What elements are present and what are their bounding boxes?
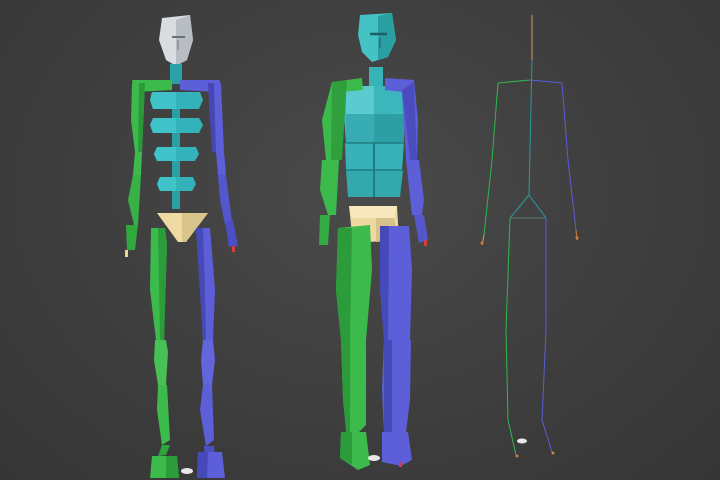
viewport-scene [125, 13, 579, 478]
skeleton-head[interactable] [159, 15, 193, 66]
skeleton-left-arm[interactable] [125, 83, 145, 257]
stick-figure[interactable] [480, 15, 579, 458]
stick-right-arm[interactable] [561, 82, 569, 161]
stick-left-arm[interactable] [491, 82, 499, 161]
block-left-leg[interactable] [336, 225, 372, 470]
3d-viewport[interactable] [0, 0, 720, 480]
block-figure[interactable] [319, 13, 428, 470]
skeleton-right-leg[interactable] [196, 228, 225, 478]
block-head[interactable] [358, 13, 396, 62]
block-neck[interactable] [369, 67, 383, 87]
skeleton-spine[interactable] [150, 92, 203, 209]
block-right-leg[interactable] [380, 226, 412, 467]
footstep-marker[interactable] [368, 455, 380, 461]
footstep-marker[interactable] [517, 438, 527, 444]
block-chest[interactable] [344, 86, 406, 197]
footstep-marker[interactable] [181, 468, 193, 474]
skeleton-figure[interactable] [125, 15, 238, 478]
skeleton-right-arm[interactable] [208, 83, 238, 252]
skeleton-left-leg[interactable] [150, 228, 179, 478]
stick-left-leg[interactable] [505, 217, 511, 331]
